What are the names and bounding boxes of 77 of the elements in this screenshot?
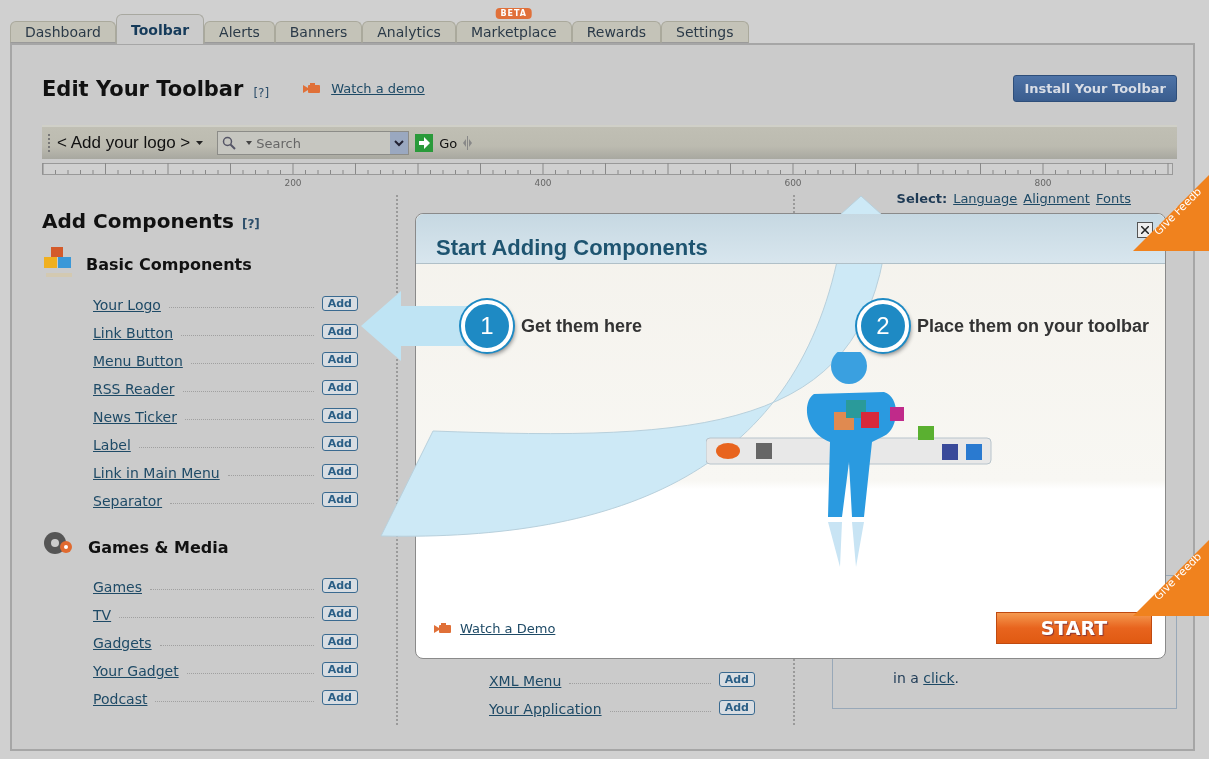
add-button[interactable]: Add (321, 380, 358, 395)
grip-icon (48, 134, 51, 152)
add-button[interactable]: Add (321, 408, 358, 423)
camera-icon (434, 622, 452, 634)
component-link[interactable]: RSS Reader (93, 381, 175, 397)
resize-handle-icon[interactable] (463, 136, 473, 150)
search-icon (222, 136, 237, 150)
component-link[interactable]: Link in Main Menu (93, 465, 220, 481)
component-link[interactable]: Link Button (93, 325, 173, 341)
step-number: 2 (856, 300, 909, 352)
dropdown-icon[interactable] (390, 132, 409, 154)
search-field[interactable]: Search (217, 131, 410, 155)
nav-tab[interactable]: Alerts (204, 21, 275, 43)
nav-tab[interactable]: Analytics (362, 21, 456, 43)
camera-icon (303, 83, 322, 94)
ruler-label: 200 (284, 178, 302, 188)
logo-placeholder-button[interactable]: < Add your logo > (57, 133, 204, 153)
close-icon (1141, 226, 1149, 234)
go-button[interactable]: Go (415, 134, 458, 152)
add-button[interactable]: Add (321, 662, 358, 677)
add-button[interactable]: Add (321, 296, 358, 311)
component-link[interactable]: Your Logo (93, 297, 161, 313)
page-title: Edit Your Toolbar (42, 76, 244, 101)
watch-demo-link[interactable]: Watch a demo (331, 81, 425, 96)
add-button[interactable]: Add (718, 672, 755, 687)
click-link[interactable]: click (923, 670, 955, 686)
component-link[interactable]: Gadgets (93, 635, 152, 651)
start-button[interactable]: START (996, 612, 1152, 644)
section-title: Add Components (42, 209, 234, 233)
add-button[interactable]: Add (321, 690, 358, 705)
step-number: 1 (461, 300, 513, 352)
info-text: in a click. (893, 670, 959, 686)
search-placeholder: Search (256, 135, 302, 151)
caret-icon (196, 141, 204, 145)
caret-icon (246, 141, 253, 145)
component-link[interactable]: Separator (93, 493, 163, 509)
ruler-label: 800 (1034, 178, 1052, 188)
nav-tab[interactable]: Rewards (571, 21, 662, 43)
component-link[interactable]: XML Menu (489, 673, 562, 689)
nav-tab[interactable]: Dashboard (10, 21, 116, 43)
group-title: Basic Components (86, 254, 252, 274)
install-toolbar-button[interactable]: Install Your Toolbar (1013, 75, 1177, 102)
component-link[interactable]: News Ticker (93, 409, 177, 425)
add-button[interactable]: Add (321, 578, 358, 593)
watch-demo-link[interactable]: Watch a Demo (460, 620, 556, 636)
help-link[interactable]: [?] (253, 86, 270, 100)
component-link[interactable]: Menu Button (93, 353, 183, 369)
component-link[interactable]: Games (93, 579, 142, 595)
close-button[interactable] (1137, 222, 1153, 238)
select-option-link[interactable]: Alignment (1023, 191, 1090, 206)
step-text: Get them here (521, 315, 643, 337)
component-link[interactable]: Label (93, 437, 131, 453)
add-button[interactable]: Add (321, 324, 358, 339)
select-label: Select: (896, 191, 948, 206)
dialog-title: Start Adding Components (436, 235, 708, 261)
select-option-link[interactable]: Language (953, 191, 1018, 206)
step-text: Place them on your toolbar (916, 315, 1149, 337)
ruler-label: 400 (534, 178, 552, 188)
component-link[interactable]: Podcast (93, 691, 148, 707)
add-button[interactable]: Add (718, 700, 755, 715)
group-title: Games & Media (88, 537, 229, 557)
add-button[interactable]: Add (321, 464, 358, 479)
add-button[interactable]: Add (321, 352, 358, 367)
nav-tab[interactable]: Banners (274, 21, 363, 43)
component-link[interactable]: TV (93, 607, 112, 623)
ruler-label: 600 (784, 178, 802, 188)
nav-tab[interactable]: Settings (661, 21, 749, 43)
add-button[interactable]: Add (321, 492, 358, 507)
add-button[interactable]: Add (321, 436, 358, 451)
component-link[interactable]: Your Application (489, 701, 602, 717)
add-button[interactable]: Add (321, 634, 358, 649)
select-option-link[interactable]: Fonts (1095, 191, 1131, 206)
beta-badge: BETA (495, 8, 533, 19)
help-link[interactable]: [?] (241, 217, 260, 231)
nav-tab[interactable]: Toolbar (115, 14, 205, 44)
component-link[interactable]: Your Gadget (93, 663, 179, 679)
add-button[interactable]: Add (321, 606, 358, 621)
